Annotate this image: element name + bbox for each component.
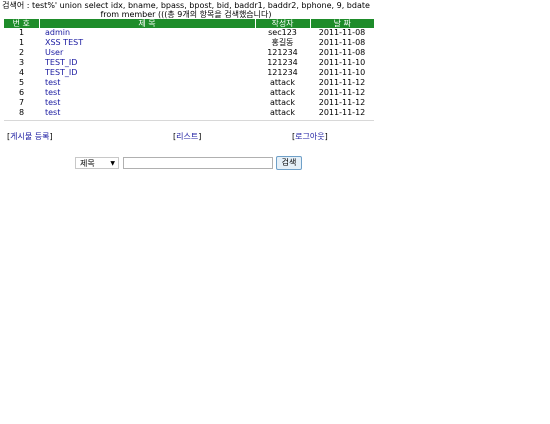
write-post-link[interactable]: [게시물 등록] [7, 132, 53, 142]
row-title-cell: test [39, 78, 255, 88]
search-count-line: from member (((총 9개의 항목을 검색했습니다) [100, 10, 272, 19]
row-title-cell: XSS TEST [39, 38, 255, 48]
search-input[interactable] [123, 157, 273, 169]
row-writer: 121234 [267, 68, 298, 77]
logout-link[interactable]: [로그아웃] [292, 132, 328, 142]
row-date: 2011-11-12 [318, 88, 366, 97]
post-title-link[interactable]: test [45, 98, 60, 107]
row-date: 2011-11-10 [318, 58, 366, 67]
row-date: 2011-11-12 [318, 108, 366, 117]
post-title-link[interactable]: test [45, 108, 60, 117]
table-row: 7 test attack 2011-11-12 [4, 98, 374, 108]
row-title-cell: test [39, 108, 255, 118]
table-row: 1 XSS TEST 홍길동 2011-11-08 [4, 38, 374, 48]
row-writer: 홍길동 [271, 38, 294, 47]
row-writer: attack [269, 88, 296, 97]
post-title-link[interactable]: XSS TEST [45, 38, 83, 47]
row-date: 2011-11-10 [318, 68, 366, 77]
row-writer: attack [269, 78, 296, 87]
row-writer: 121234 [267, 58, 298, 67]
post-title-link[interactable]: TEST_ID [45, 68, 77, 77]
divider [4, 120, 374, 121]
board-table: 번 호 제 목 작성자 날 짜 1 admin sec123 2011-11-08 1 X… [4, 19, 374, 118]
header-title: 제 목 [39, 19, 256, 28]
row-writer: attack [269, 108, 296, 117]
logout-label: 로그아웃 [295, 132, 325, 141]
table-row: 4 TEST_ID 121234 2011-11-10 [4, 68, 374, 78]
post-title-link[interactable]: test [45, 78, 60, 87]
row-date: 2011-11-12 [318, 98, 366, 107]
row-writer: attack [269, 98, 296, 107]
row-number: 4 [18, 68, 25, 77]
row-writer: sec123 [268, 28, 297, 37]
write-post-label: 게시물 등록 [10, 132, 50, 141]
row-number: 7 [18, 98, 25, 107]
row-title-cell: TEST_ID [39, 68, 255, 78]
search-field-value: 제목 [80, 159, 95, 168]
post-title-link[interactable]: test [45, 88, 60, 97]
post-title-link[interactable]: admin [45, 28, 70, 37]
header-writer: 작성자 [255, 19, 311, 28]
table-body: 1 admin sec123 2011-11-08 1 XSS TEST 홍길동 2011-1… [4, 28, 374, 118]
row-date: 2011-11-12 [318, 78, 366, 87]
row-number: 1 [18, 28, 25, 37]
row-title-cell: test [39, 98, 255, 108]
table-row: 3 TEST_ID 121234 2011-11-10 [4, 58, 374, 68]
row-number: 2 [18, 48, 25, 57]
row-date: 2011-11-08 [318, 28, 366, 37]
search-result-summary: 검색어 : test%' union select idx, bname, bp… [0, 1, 372, 19]
table-row: 6 test attack 2011-11-12 [4, 88, 374, 98]
table-row: 8 test attack 2011-11-12 [4, 108, 374, 118]
list-label: 리스트 [176, 132, 199, 141]
row-title-cell: test [39, 88, 255, 98]
table-row: 1 admin sec123 2011-11-08 [4, 28, 374, 38]
row-date: 2011-11-08 [318, 38, 366, 47]
row-date: 2011-11-08 [318, 48, 366, 57]
table-row: 5 test attack 2011-11-12 [4, 78, 374, 88]
post-title-link[interactable]: TEST_ID [45, 58, 77, 67]
row-writer: 121234 [267, 48, 298, 57]
table-header-row: 번 호 제 목 작성자 날 짜 [4, 19, 374, 28]
search-field-select[interactable]: 제목 ▼ [75, 157, 119, 169]
header-number: 번 호 [4, 19, 40, 28]
row-number: 8 [18, 108, 25, 117]
table-row: 2 User 121234 2011-11-08 [4, 48, 374, 58]
chevron-down-icon: ▼ [110, 160, 115, 167]
row-title-cell: User [39, 48, 255, 58]
row-title-cell: TEST_ID [39, 58, 255, 68]
row-number: 3 [18, 58, 25, 67]
header-date: 날 짜 [310, 19, 374, 28]
row-number: 6 [18, 88, 25, 97]
list-link[interactable]: [리스트] [173, 132, 201, 142]
search-query-line: 검색어 : test%' union select idx, bname, bp… [2, 1, 370, 10]
search-button[interactable]: 검색 [276, 156, 302, 170]
row-title-cell: admin [39, 28, 255, 38]
post-title-link[interactable]: User [45, 48, 63, 57]
row-number: 1 [18, 38, 25, 47]
row-number: 5 [18, 78, 25, 87]
